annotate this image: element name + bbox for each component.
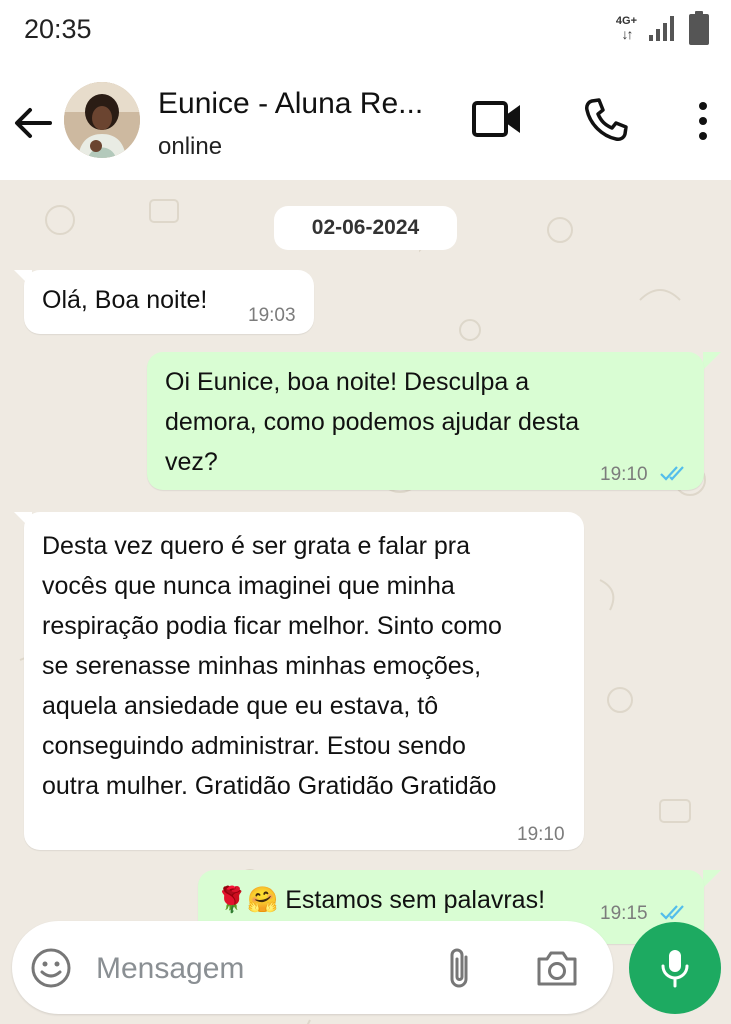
- message-line: aquela ansiedade que eu estava, tô: [42, 692, 439, 720]
- message-time: 19:10: [517, 824, 565, 845]
- message-text: 🌹🤗 Estamos sem palavras!: [216, 880, 545, 920]
- battery-icon: [689, 11, 709, 45]
- emoji-icon[interactable]: [30, 947, 72, 989]
- message-time: 19:03: [248, 305, 296, 326]
- bubble-tail: [703, 870, 721, 888]
- chat-area[interactable]: 02-06-2024 Olá, Boa noite! 19:03 Oi Euni…: [0, 180, 731, 1024]
- message-line: vocês que nunca imaginei que minha: [42, 572, 455, 600]
- contact-status: online: [158, 133, 223, 160]
- chat-header: Eunice - Aluna Re... online: [0, 62, 731, 180]
- bubble-tail: [703, 352, 721, 370]
- message-line: demora, como podemos ajudar desta: [165, 408, 580, 436]
- network-indicator: 4G+ ↓↑: [616, 15, 637, 41]
- message-time: 19:15: [600, 903, 648, 924]
- read-ticks-icon: [660, 905, 684, 920]
- message-line: Desta vez quero é ser grata e falar pra: [42, 532, 471, 560]
- read-ticks-icon: [660, 466, 684, 481]
- message-text: Olá, Boa noite!: [42, 286, 208, 314]
- message-line: outra mulher. Gratidão Gratidão Gratidão: [42, 772, 497, 800]
- message-line: se serenasse minhas minhas emoções,: [42, 652, 482, 680]
- message-time: 19:10: [600, 464, 648, 485]
- date-chip: 02-06-2024: [274, 206, 457, 250]
- back-arrow-icon[interactable]: [10, 100, 56, 146]
- mic-icon: [661, 950, 689, 988]
- message-line: Oi Eunice, boa noite! Desculpa a: [165, 368, 530, 396]
- message-text: Oi Eunice, boa noite! Desculpa a demora,…: [165, 362, 579, 482]
- message-bubble-incoming[interactable]: Olá, Boa noite! 19:03: [24, 270, 314, 334]
- message-line: conseguindo administrar. Estou sendo: [42, 732, 466, 760]
- message-emojis: 🌹🤗: [216, 886, 279, 914]
- camera-icon[interactable]: [534, 947, 580, 989]
- data-arrows-icon: ↓↑: [621, 26, 633, 42]
- contact-name[interactable]: Eunice - Aluna Re...: [158, 87, 423, 121]
- message-input-bar: [12, 921, 613, 1014]
- message-line: Estamos sem palavras!: [285, 886, 546, 914]
- message-line: vez?: [165, 448, 218, 476]
- attach-icon[interactable]: [442, 945, 478, 991]
- status-time: 20:35: [24, 14, 92, 44]
- message-text: Desta vez quero é ser grata e falar pra …: [42, 526, 502, 806]
- phone-icon[interactable]: [582, 96, 630, 144]
- video-call-icon[interactable]: [470, 98, 524, 140]
- message-bubble-incoming[interactable]: Desta vez quero é ser grata e falar pra …: [24, 512, 584, 850]
- message-bubble-outgoing[interactable]: Oi Eunice, boa noite! Desculpa a demora,…: [147, 352, 704, 490]
- message-input[interactable]: [96, 947, 416, 991]
- avatar-photo: [64, 82, 140, 158]
- more-vert-icon[interactable]: [688, 98, 718, 144]
- contact-avatar[interactable]: [64, 82, 140, 158]
- mic-button[interactable]: [629, 922, 721, 1014]
- signal-icon: [649, 16, 674, 41]
- message-line: respiração podia ficar melhor. Sinto com…: [42, 612, 502, 640]
- status-icons: 4G+ ↓↑: [616, 10, 711, 46]
- status-bar: 20:35 4G+ ↓↑: [0, 0, 731, 58]
